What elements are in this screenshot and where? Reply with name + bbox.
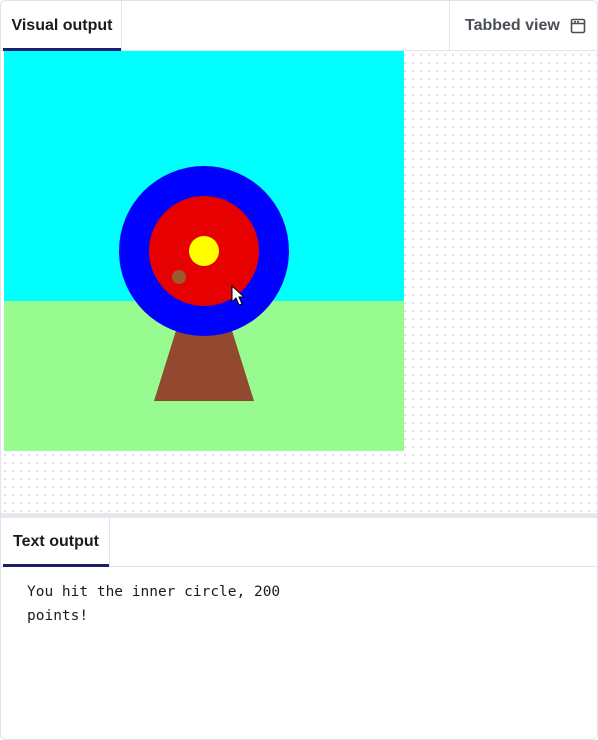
tab-visual-output[interactable]: Visual output [3,1,122,51]
text-output-panel: Text output You hit the inner circle, 20… [1,518,597,739]
inner-ring [189,236,219,266]
archery-stage[interactable] [4,51,404,451]
visual-tabbar: Visual output Tabbed view [1,1,597,51]
console-output: You hit the inner circle, 200 points! [27,584,281,624]
output-frame: Visual output Tabbed view Text output Yo… [0,0,598,740]
tab-text-output[interactable]: Text output [3,518,110,567]
arrow-hit-mark [172,270,186,284]
tab-text-output-label: Text output [13,533,99,550]
visual-output-panel: Visual output Tabbed view [1,1,597,513]
tabbed-view-button[interactable]: Tabbed view [449,1,597,50]
tabbed-view-label: Tabbed view [465,16,560,34]
tab-visual-output-label: Visual output [11,16,113,34]
stage-area [1,51,597,513]
window-icon [570,18,586,34]
text-tabbar: Text output [1,518,597,567]
